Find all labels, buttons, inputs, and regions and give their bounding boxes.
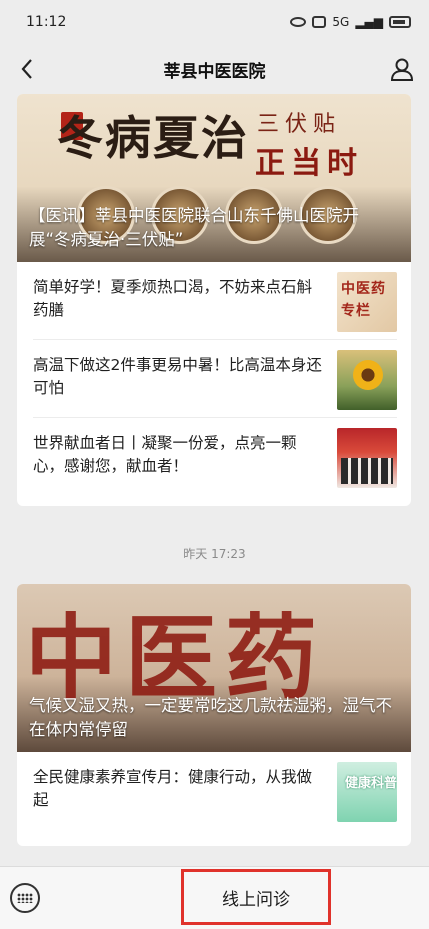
- list-item[interactable]: 全民健康素养宣传月：健康行动，从我做起 健康科普: [33, 752, 397, 830]
- bottom-menu-bar: 线上问诊: [0, 866, 429, 929]
- status-time: 11:12: [26, 14, 67, 30]
- keyboard-icon[interactable]: [10, 883, 40, 913]
- back-arrow-icon[interactable]: [14, 56, 40, 82]
- profile-icon[interactable]: [389, 56, 415, 82]
- alarm-icon: [312, 16, 327, 28]
- article-title: 高温下做这2件事更易中暑！比高温本身还可怕: [33, 356, 322, 397]
- status-icons: 5G ▂▄▆: [290, 15, 411, 29]
- message-timestamp: 昨天 17:23: [183, 547, 246, 561]
- article-card: 中医药 气候又湿又热，一定要常吃这几款祛湿粥，湿气不在体内常停留 全民健康素养宣…: [17, 584, 411, 846]
- article-thumbnail: 中医药专栏: [337, 272, 397, 332]
- status-bar: 11:12 5G ▂▄▆: [0, 0, 429, 44]
- message-feed[interactable]: 冬病夏治 三伏贴 正当时 【医讯】莘县中医医院联合山东千佛山医院开展“冬病夏治·…: [0, 94, 429, 866]
- cover-art-subtext: 三伏贴: [257, 112, 342, 137]
- list-item[interactable]: 简单好学！夏季烦热口渴，不妨来点石斛药膳 中医药专栏: [33, 262, 397, 340]
- signal-icon: ▂▄▆: [355, 15, 383, 29]
- battery-icon: [389, 16, 411, 28]
- nav-bar: 莘县中医医院: [0, 44, 429, 94]
- cover-article[interactable]: 冬病夏治 三伏贴 正当时 【医讯】莘县中医医院联合山东千佛山医院开展“冬病夏治·…: [17, 94, 411, 262]
- list-item[interactable]: 世界献血者日丨凝聚一份爱，点亮一颗心，感谢您，献血者！: [33, 418, 397, 496]
- thumbnail-text: 中医药专栏: [341, 281, 386, 319]
- article-thumbnail: [337, 350, 397, 410]
- group-photo-image: [341, 458, 393, 484]
- cover-art-subtext-bold: 正当时: [255, 146, 363, 181]
- article-title: 简单好学！夏季烦热口渴，不妨来点石斛药膳: [33, 278, 313, 319]
- cover-article-title: 【医讯】莘县中医医院联合山东千佛山医院开展“冬病夏治·三伏贴”: [29, 206, 359, 249]
- network-label: 5G: [332, 15, 350, 29]
- page-title: 莘县中医医院: [163, 61, 266, 82]
- online-consultation-button[interactable]: 线上问诊: [181, 869, 331, 925]
- cover-article[interactable]: 中医药 气候又湿又热，一定要常吃这几款祛湿粥，湿气不在体内常停留: [17, 584, 411, 752]
- article-title: 世界献血者日丨凝聚一份爱，点亮一颗心，感谢您，献血者！: [33, 434, 297, 475]
- cover-art-text: 冬病夏治: [57, 111, 249, 165]
- cover-article-title: 气候又湿又热，一定要常吃这几款祛湿粥，湿气不在体内常停留: [29, 696, 392, 739]
- article-card: 冬病夏治 三伏贴 正当时 【医讯】莘县中医医院联合山东千佛山医院开展“冬病夏治·…: [17, 94, 411, 506]
- thumbnail-text: 健康科普: [345, 776, 397, 791]
- eye-icon: [290, 17, 307, 27]
- article-thumbnail: [337, 428, 397, 488]
- keyboard-dots: [17, 893, 33, 903]
- sunflower-image: [353, 360, 383, 390]
- list-item[interactable]: 高温下做这2件事更易中暑！比高温本身还可怕: [33, 340, 397, 418]
- article-title: 全民健康素养宣传月：健康行动，从我做起: [33, 768, 313, 809]
- article-thumbnail: 健康科普: [337, 762, 397, 822]
